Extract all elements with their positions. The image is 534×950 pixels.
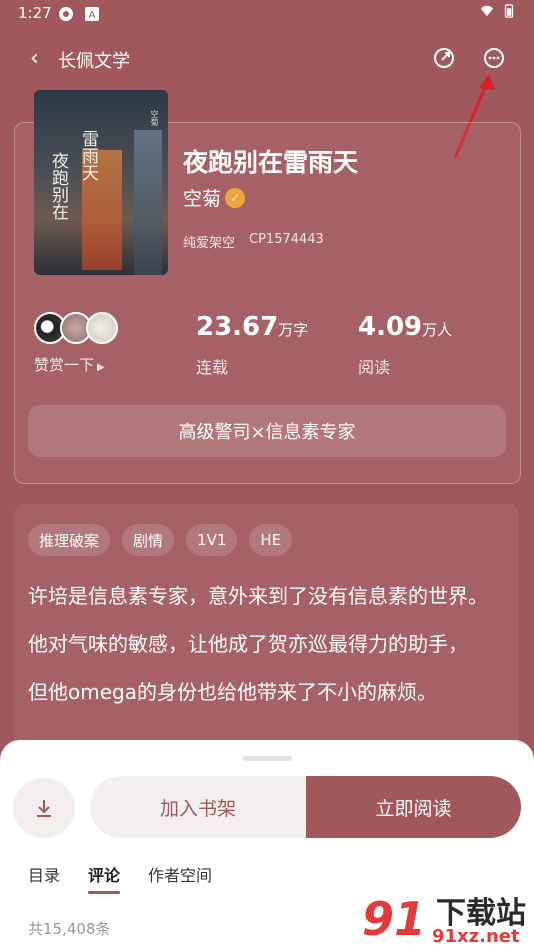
reader-count-stat: 4.09万人 <box>358 312 452 342</box>
word-count-unit: 万字 <box>278 321 309 339</box>
tag-chip[interactable]: 1V1 <box>186 524 238 556</box>
tag-list: 推理破案 剧情 1V1 HE <box>28 524 293 556</box>
add-to-shelf-button[interactable]: 加入书架 <box>90 776 306 838</box>
verified-badge-icon: ✓ <box>225 187 246 208</box>
word-count-value: 23.67 <box>196 312 279 342</box>
triangle-right-icon: ▶ <box>97 362 105 373</box>
back-chevron-icon[interactable]: ‹ <box>30 48 39 70</box>
description-line: 许培是信息素专家，意外来到了没有信息素的世界。 <box>28 584 488 608</box>
comment-count: 共15,408条 <box>28 920 111 938</box>
watermark-number: 91 <box>362 892 427 946</box>
tagline-banner: 高级警司×信息素专家 <box>28 405 506 457</box>
cover-title-part-2: 夜跑别在 <box>48 152 68 220</box>
book-title: 夜跑别在雷雨天 <box>183 148 359 177</box>
reader-count-unit: 万人 <box>422 321 453 339</box>
svg-text:A: A <box>89 10 96 21</box>
watermark-url: 91xz.net <box>432 926 520 947</box>
share-icon[interactable] <box>432 46 456 70</box>
word-count-stat: 23.67万字 <box>196 312 308 342</box>
description-line: 但他omega的身份也给他带来了不小的麻烦。 <box>28 680 437 704</box>
tab-comments[interactable]: 评论 <box>88 862 121 894</box>
tag-chip[interactable]: 推理破案 <box>28 524 111 556</box>
download-icon <box>37 800 51 817</box>
detail-tabs: 目录 评论 作者空间 <box>28 862 212 894</box>
sheet-drag-handle[interactable] <box>242 756 292 761</box>
download-button[interactable] <box>13 778 75 838</box>
nav-back-label[interactable]: 长佩文学 <box>58 47 130 73</box>
reads-label: 阅读 <box>358 358 391 377</box>
serial-status-label: 连载 <box>196 358 229 377</box>
cover-title-part-1: 雷雨天 <box>78 130 98 181</box>
book-code: CP1574443 <box>249 232 324 247</box>
author-name[interactable]: 空菊 <box>183 184 221 211</box>
author-row[interactable]: 空菊 ✓ <box>183 184 246 211</box>
site-watermark: 91 下载站 91xz.net <box>362 888 534 950</box>
status-time: 1:27 <box>18 4 52 22</box>
app-notification-icon: A <box>85 7 99 21</box>
more-options-icon[interactable] <box>482 46 506 70</box>
tag-chip[interactable]: 剧情 <box>122 524 175 556</box>
praise-link[interactable]: 赞赏一下 ▶ <box>34 354 105 375</box>
tag-chip[interactable]: HE <box>249 524 293 556</box>
reader-count-value: 4.09 <box>358 312 423 342</box>
book-cover[interactable]: 雷雨天 夜跑别在 空菊 <box>34 90 168 275</box>
wifi-icon <box>480 5 494 17</box>
supporter-avatars[interactable] <box>34 312 118 344</box>
vpn-icon <box>59 7 73 21</box>
status-icons <box>480 4 516 18</box>
tab-catalog[interactable]: 目录 <box>28 862 60 886</box>
battery-icon <box>504 4 514 18</box>
description-line: 他对气味的敏感，让他成了贺亦巡最得力的助手， <box>28 632 468 656</box>
tab-author-space[interactable]: 作者空间 <box>148 862 212 886</box>
book-category: 纯爱架空 <box>183 236 236 251</box>
read-now-button[interactable]: 立即阅读 <box>306 776 521 838</box>
cover-author: 空菊 <box>150 110 159 126</box>
avatar <box>86 312 118 344</box>
praise-label: 赞赏一下 <box>34 356 95 374</box>
book-meta: 纯爱架空 CP1574443 <box>183 232 324 251</box>
book-description: 许培是信息素专家，意外来到了没有信息素的世界。 他对气味的敏感，让他成了贺亦巡最… <box>28 572 508 716</box>
